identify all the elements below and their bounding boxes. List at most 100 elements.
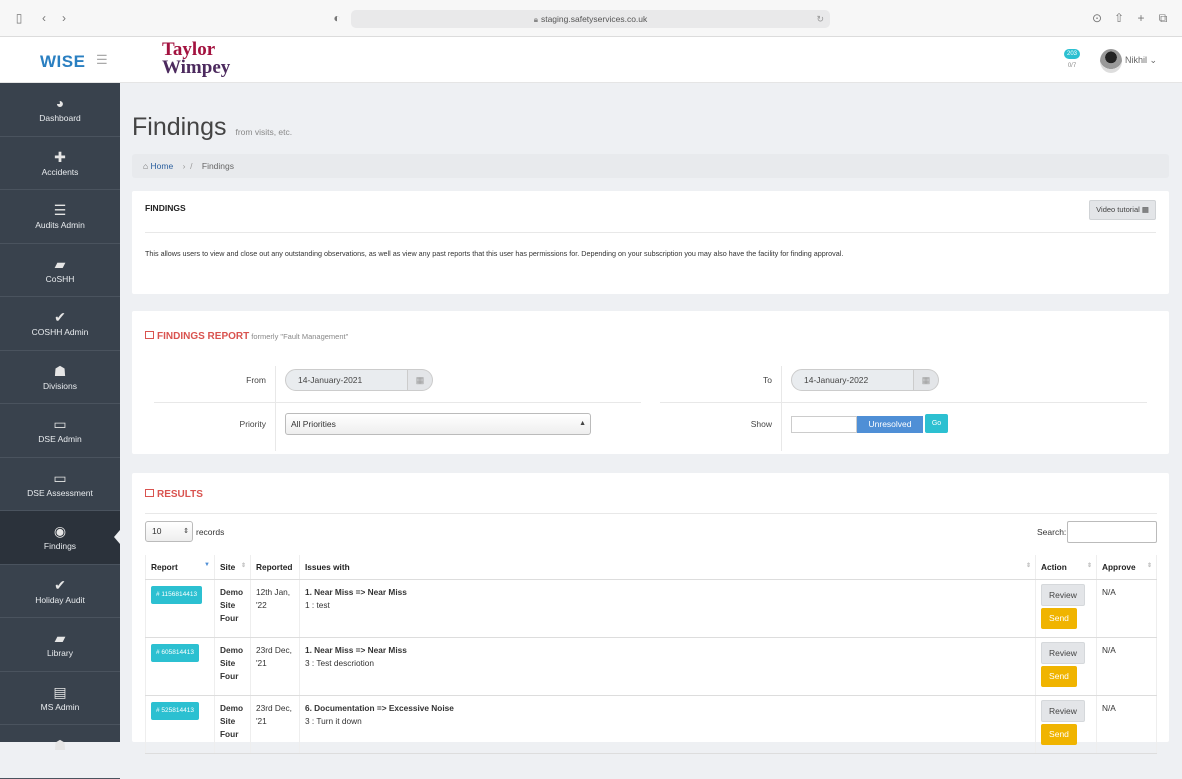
sidebar-item-dse-assessment[interactable]: ▭ DSE Assessment <box>0 458 120 511</box>
users-icon: ☗ <box>53 362 67 379</box>
breadcrumb-current: Findings <box>201 161 235 171</box>
sidebar-toggle-icon[interactable]: ▯ <box>12 11 26 25</box>
video-tutorial-button[interactable]: Video tutorial ▦ <box>1089 200 1156 220</box>
top-header: Taylor Wimpey 203 0/7 Nikhil ⌄ <box>120 37 1182 83</box>
reported-cell: 12th Jan, '22 <box>250 579 300 638</box>
sidebar-item-accidents[interactable]: ✚ Accidents <box>0 137 120 190</box>
sort-icon: ⇕ <box>1086 563 1092 569</box>
page-length-select[interactable]: 10 ⇕ <box>145 521 193 542</box>
back-icon[interactable]: ‹ <box>37 11 51 25</box>
approve-cell: N/A <box>1096 637 1158 696</box>
select-arrows-icon: ⇕ <box>183 528 189 535</box>
send-button[interactable]: Send <box>1040 723 1077 745</box>
issue-detail: 3 : Turn it down <box>304 715 362 726</box>
issue-title: 1. Near Miss => Near Miss <box>304 644 407 655</box>
site-cell: Demo Site Four <box>214 579 251 638</box>
send-button[interactable]: Send <box>1040 607 1077 629</box>
col-approve[interactable]: Approve ⇕ <box>1096 555 1158 580</box>
results-panel: RESULTS 10 ⇕ records Search: Report ▼ Site… <box>132 473 1169 754</box>
site-cell: Demo Site Four <box>214 695 251 754</box>
findings-report-panel: FINDINGS REPORT formerly "Fault Managemen… <box>132 311 1169 454</box>
breadcrumb-home[interactable]: Home <box>151 161 174 171</box>
dashboard-icon: ◕ <box>55 95 65 111</box>
sidebar-item-label: DSE Assessment <box>27 487 93 498</box>
col-action[interactable]: Action ⇕ <box>1035 555 1097 580</box>
sidebar-item-audits-admin[interactable]: ☰ Audits Admin <box>0 190 120 244</box>
col-report[interactable]: Report ▼ <box>145 555 215 580</box>
report-id-button[interactable]: # 605814413 <box>151 643 199 662</box>
monitor-icon: ▭ <box>53 416 67 432</box>
sort-desc-icon: ▼ <box>204 562 210 568</box>
show-resolved-option[interactable] <box>791 416 857 433</box>
address-bar[interactable]: 🔒︎ staging.safetyservices.co.uk ↻ <box>351 10 830 28</box>
report-id-button[interactable]: # 525814413 <box>151 701 199 720</box>
sidebar-item-label: Accidents <box>41 166 79 177</box>
review-button[interactable]: Review <box>1040 699 1085 722</box>
from-calendar-icon[interactable]: ▦ <box>408 369 433 391</box>
lock-icon: 🔒︎ <box>533 15 538 24</box>
share-icon[interactable]: ⇧ <box>1112 11 1126 25</box>
tabs-overview-icon[interactable]: ⧉ <box>1156 11 1170 25</box>
approve-cell: N/A <box>1096 695 1158 754</box>
sidebar-item-divisions[interactable]: ☗ Divisions <box>0 351 120 404</box>
to-date-input[interactable]: 14-January-2022 <box>791 369 914 391</box>
priority-select[interactable]: All Priorities ▲ <box>285 413 591 435</box>
review-button[interactable]: Review <box>1040 641 1085 664</box>
table-header-row: Report ▼ Site ⇕ Reported Issues with ⇕ Acti… <box>145 555 1158 580</box>
table-row: # 525814413 Demo Site Four 23rd Dec, '21 6.… <box>145 695 1158 754</box>
sidebar-item-coshh-admin[interactable]: ✔ COSHH Admin <box>0 297 120 351</box>
sidebar-item-holiday-audit[interactable]: ✔ Holiday Audit <box>0 565 120 618</box>
table-row: # 1156814413 Demo Site Four 12th Jan, '22 1… <box>145 579 1158 638</box>
send-button[interactable]: Send <box>1040 665 1077 687</box>
col-site[interactable]: Site ⇕ <box>214 555 251 580</box>
sidebar-item-dashboard[interactable]: ◕ Dashboard <box>0 83 120 137</box>
show-label: Show <box>750 419 772 429</box>
reported-cell: 23rd Dec, '21 <box>250 637 300 696</box>
privacy-shield-icon[interactable]: ◐ <box>330 11 344 25</box>
select-arrows-icon: ▲ <box>579 420 586 427</box>
results-section-title: RESULTS <box>145 489 203 500</box>
to-calendar-icon[interactable]: ▦ <box>914 369 939 391</box>
sidebar-item-library[interactable]: ▰ Library <box>0 618 120 672</box>
sidebar-item-more[interactable]: ☗ <box>0 725 120 779</box>
breadcrumb-separator: › / <box>182 161 193 171</box>
panel-title: FINDINGS <box>145 203 186 213</box>
issue-title: 6. Documentation => Excessive Noise <box>304 702 454 713</box>
book-icon: ▰ <box>54 630 66 646</box>
go-button[interactable]: Go <box>925 414 948 433</box>
search-input[interactable] <box>1067 521 1157 543</box>
show-unresolved-option[interactable]: Unresolved <box>857 416 923 433</box>
sort-icon: ⇕ <box>240 563 246 569</box>
col-issues[interactable]: Issues with ⇕ <box>299 555 1036 580</box>
new-tab-icon[interactable]: + <box>1134 11 1148 25</box>
wise-logo[interactable]: WISE <box>40 52 85 72</box>
check-icon: ✔ <box>54 576 66 593</box>
menu-toggle-icon[interactable]: ☰ <box>96 52 108 68</box>
sort-icon: ⇕ <box>1146 563 1152 569</box>
notification-bell[interactable]: 203 0/7 <box>1064 49 1080 71</box>
sidebar-item-label: Holiday Audit <box>35 594 85 605</box>
col-reported[interactable]: Reported <box>250 555 300 580</box>
sidebar-item-label: MS Admin <box>40 701 80 712</box>
to-label: To <box>763 375 772 385</box>
from-date-input[interactable]: 14-January-2021 <box>285 369 408 391</box>
reported-cell: 23rd Dec, '21 <box>250 695 300 754</box>
sidebar-item-dse-admin[interactable]: ▭ DSE Admin <box>0 404 120 458</box>
sidebar: WISE ☰ ◕ Dashboard ✚ Accidents ☰ Audits Admin… <box>0 37 120 779</box>
forward-icon[interactable]: › <box>57 11 71 25</box>
review-button[interactable]: Review <box>1040 583 1085 606</box>
download-icon[interactable]: ⊙ <box>1090 11 1104 25</box>
report-id-button[interactable]: # 1156814413 <box>151 585 203 604</box>
issue-detail: 3 : Test descriotion <box>304 657 374 668</box>
chevron-down-icon: ⌄ <box>1149 55 1158 65</box>
sidebar-item-ms-admin[interactable]: ▤ MS Admin <box>0 672 120 725</box>
sidebar-item-findings[interactable]: ◉ Findings <box>0 511 120 565</box>
user-name: Nikhil <box>1125 55 1148 65</box>
sidebar-item-coshh[interactable]: ▰ CoSHH <box>0 244 120 297</box>
sidebar-item-label: COSHH Admin <box>31 327 89 337</box>
home-icon: ⌂ <box>143 161 149 171</box>
priority-label: Priority <box>239 419 266 429</box>
sidebar-item-label: Audits Admin <box>35 220 85 230</box>
reload-icon[interactable]: ↻ <box>816 10 824 28</box>
search-label: Search: <box>1037 527 1067 537</box>
